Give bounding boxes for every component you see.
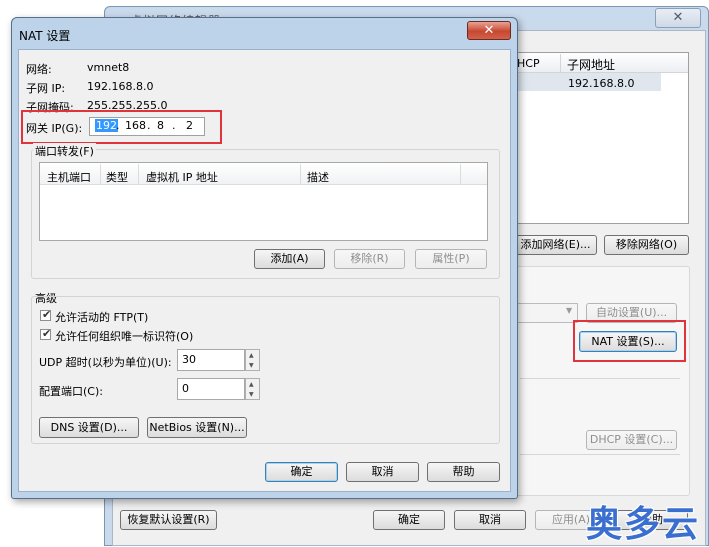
separator [520,454,680,455]
column-separator [300,164,301,184]
gateway-highlight-box [21,110,222,144]
udp-timeout-label: UDP 超时(以秒为单位)(U): [39,356,172,369]
properties-button[interactable]: 属性(P) [415,249,487,269]
port-forwarding-label: 端口转发(F) [33,143,96,159]
subnet-ip-value: 192.168.8.0 [87,80,154,93]
config-port-value: 0 [182,382,189,395]
background-close-button[interactable]: ✕ [655,8,701,28]
add-network-button[interactable]: 添加网络(E)... [514,235,597,255]
config-port-label: 配置端口(C): [39,385,103,398]
background-cancel-button[interactable]: 取消 [454,510,526,530]
column-vm-ip[interactable]: 虚拟机 IP 地址 [146,169,218,185]
help-button[interactable]: 帮助 [427,462,500,482]
allow-oui-label[interactable]: 允许任何组织唯一标识符(O) [55,328,193,344]
remove-network-button[interactable]: 移除网络(O) [604,235,689,255]
nat-settings-highlight-box [573,320,686,362]
cancel-button[interactable]: 取消 [346,462,419,482]
chevron-up-icon[interactable]: ▲ [249,352,254,359]
network-list-column-dhcp[interactable]: HCP [517,57,540,70]
restore-defaults-button[interactable]: 恢复默认设置(R) [120,510,217,530]
config-port-input[interactable]: 0 [177,378,245,400]
background-settings-panel [510,266,690,496]
separator [520,378,680,379]
network-value: vmnet8 [87,61,130,74]
allow-ftp-checkbox[interactable]: ✔ [40,308,52,321]
dialog-title: NAT 设置 [19,29,71,43]
column-separator [138,164,139,184]
column-host-port[interactable]: 主机端口 [47,169,91,185]
remove-button[interactable]: 移除(R) [334,249,405,269]
background-ok-button[interactable]: 确定 [373,510,445,530]
udp-timeout-spinner[interactable]: ▲ ▼ [245,349,260,371]
network-list-row-subnet: 192.168.8.0 [568,77,635,90]
config-port-spinner[interactable]: ▲ ▼ [245,378,260,400]
add-button[interactable]: 添加(A) [254,249,325,269]
close-button[interactable]: ✕ [467,21,511,40]
dns-settings-button[interactable]: DNS 设置(D)... [39,417,139,438]
ok-button[interactable]: 确定 [265,462,338,482]
column-separator [100,164,101,184]
netbios-settings-button[interactable]: NetBios 设置(N)... [147,417,247,438]
column-description[interactable]: 描述 [307,169,329,185]
allow-oui-checkbox[interactable]: ✔ [40,327,52,340]
network-label: 网络: [26,63,52,76]
watermark-logo: 奥多云 [586,504,701,545]
chevron-down-icon[interactable]: ▼ [249,391,254,398]
udp-timeout-value: 30 [182,353,196,366]
subnet-ip-label: 子网 IP: [26,82,66,95]
column-separator [460,164,461,184]
network-list-column-subnet[interactable]: 子网地址 [567,56,615,73]
chevron-down-icon: ▼ [566,306,573,315]
chevron-down-icon[interactable]: ▼ [249,362,254,369]
checkmark-icon: ✔ [42,308,52,321]
dhcp-settings-button[interactable]: DHCP 设置(C)... [586,430,677,450]
udp-timeout-input[interactable]: 30 [177,349,245,371]
checkmark-icon: ✔ [42,327,52,340]
chevron-up-icon[interactable]: ▲ [249,381,254,388]
network-list-column-separator [560,54,561,72]
allow-ftp-label[interactable]: 允许活动的 FTP(T) [55,309,148,325]
column-type[interactable]: 类型 [106,169,128,185]
